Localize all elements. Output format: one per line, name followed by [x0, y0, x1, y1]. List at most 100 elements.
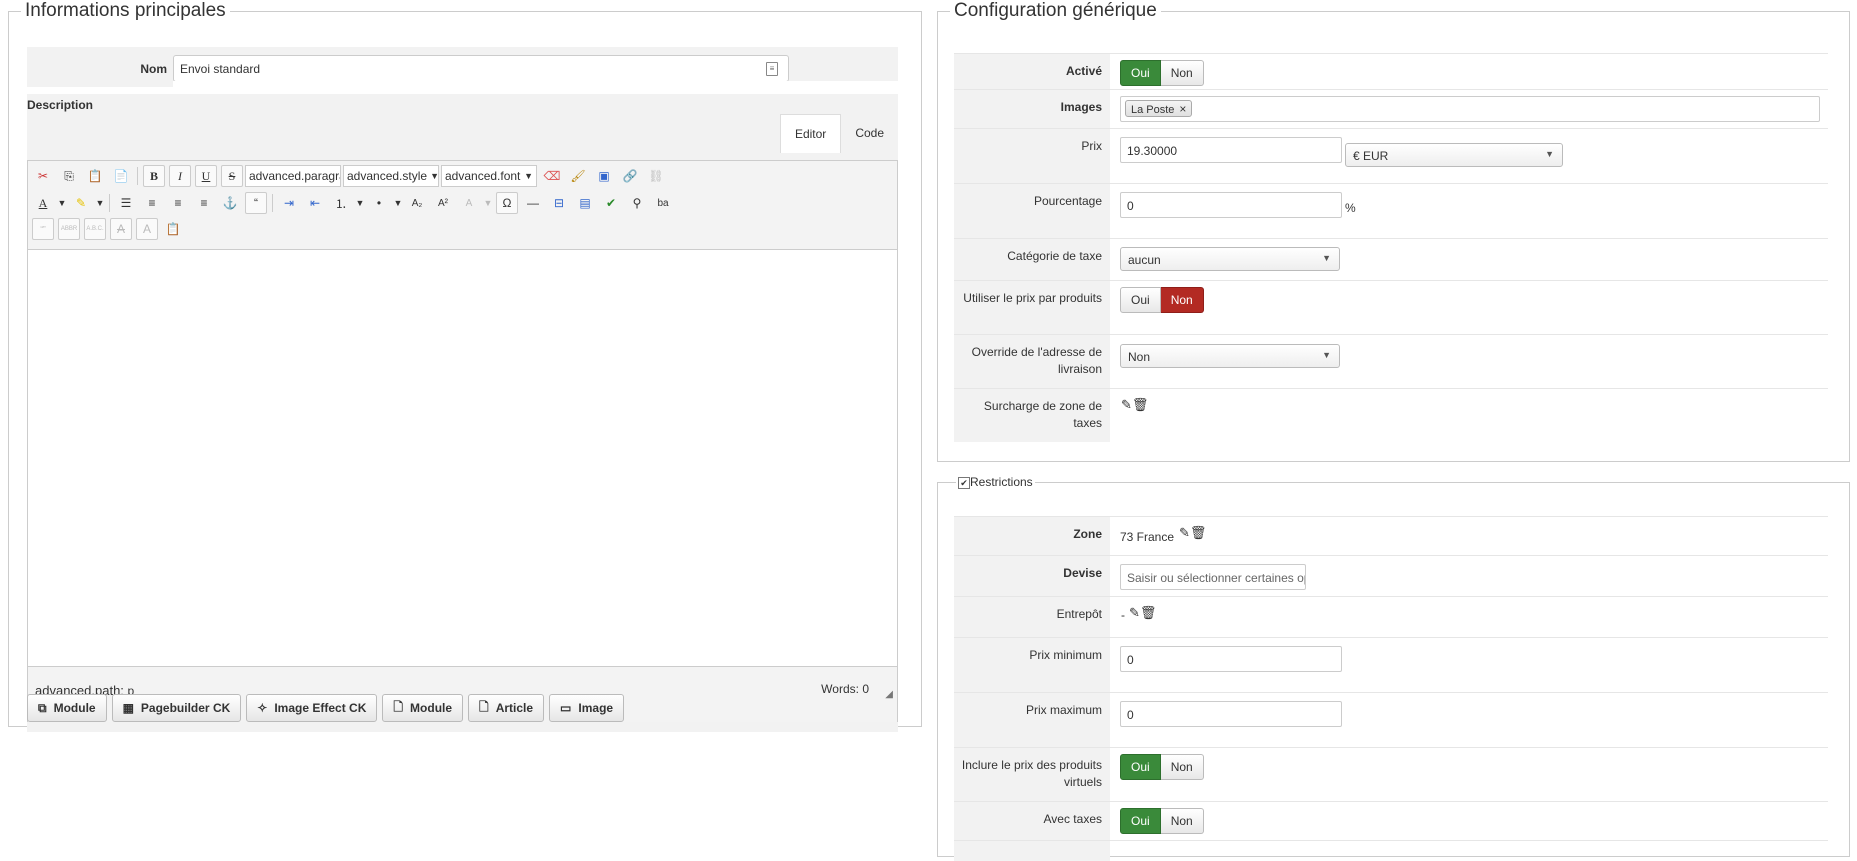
- paste-word-icon[interactable]: 📋: [160, 217, 186, 241]
- outdent-icon[interactable]: ⇤: [302, 191, 328, 215]
- images-tag-input[interactable]: La Poste ×: [1120, 96, 1820, 122]
- bold-icon[interactable]: B: [143, 165, 165, 187]
- article-button[interactable]: 🗋 Article: [468, 694, 545, 722]
- active-yes-button[interactable]: Oui: [1120, 60, 1161, 86]
- spellcheck-icon[interactable]: ✔: [598, 191, 624, 215]
- editor-content-area[interactable]: [28, 250, 897, 665]
- chevron-down-icon[interactable]: ▼: [94, 198, 106, 208]
- font-select[interactable]: advanced.font ▼: [441, 165, 537, 187]
- table-icon[interactable]: ⊟: [546, 191, 572, 215]
- blockquote-icon[interactable]: “: [245, 192, 267, 214]
- cite-icon[interactable]: “”: [32, 218, 54, 240]
- chevron-down-icon: ▼: [1322, 350, 1331, 360]
- paste-text-icon[interactable]: 📄: [108, 164, 134, 188]
- underline-icon[interactable]: U: [195, 165, 217, 187]
- horizontal-rule-icon[interactable]: —: [520, 191, 546, 215]
- module-button-2-label: Module: [410, 701, 453, 715]
- images-tag-label: La Poste: [1131, 104, 1175, 116]
- chevron-down-icon[interactable]: ▼: [482, 198, 494, 208]
- italic-icon[interactable]: I: [169, 165, 191, 187]
- align-justify-icon[interactable]: ☰: [113, 191, 139, 215]
- bullet-list-icon[interactable]: •: [366, 191, 392, 215]
- resize-grip-icon[interactable]: ◢: [885, 689, 893, 700]
- superscript-icon[interactable]: A²: [430, 191, 456, 215]
- chevron-down-icon[interactable]: ▼: [392, 198, 404, 208]
- module-button-2[interactable]: 🗋 Module: [382, 694, 464, 722]
- trash-icon[interactable]: 🗑: [1140, 605, 1157, 620]
- link-icon[interactable]: 🔗: [617, 164, 643, 188]
- remove-tag-icon[interactable]: ×: [1179, 102, 1186, 116]
- description-label: Description: [27, 98, 94, 112]
- unlink-icon[interactable]: ⛓: [643, 164, 669, 188]
- price-input[interactable]: 19.30000: [1120, 137, 1342, 163]
- tax-zone-override-label: Surcharge de zone de taxes: [954, 389, 1110, 442]
- max-price-row: Prix maximum 0: [954, 692, 1828, 747]
- abbreviation-icon[interactable]: ABBR: [58, 218, 80, 240]
- tax-category-select[interactable]: aucun ▼: [1120, 247, 1340, 271]
- template-icon[interactable]: ▤: [572, 191, 598, 215]
- with-taxes-yes-button[interactable]: Oui: [1120, 808, 1161, 834]
- tab-code[interactable]: Code: [841, 114, 898, 152]
- override-address-select[interactable]: Non ▼: [1120, 344, 1340, 368]
- zone-value: 73 France: [1120, 530, 1175, 544]
- eraser-icon[interactable]: ⌫: [539, 164, 565, 188]
- module-button[interactable]: ⧉ Module: [27, 694, 107, 722]
- cut-icon[interactable]: ✂: [30, 164, 56, 188]
- price-per-product-no-button[interactable]: Non: [1160, 287, 1204, 313]
- copy-icon[interactable]: ⎘: [56, 164, 82, 188]
- paste-icon[interactable]: 📋: [82, 164, 108, 188]
- currency-select[interactable]: € EUR ▼: [1345, 143, 1563, 167]
- style-select[interactable]: advanced.style ▼: [343, 165, 439, 187]
- translate-icon[interactable]: ≡: [766, 62, 778, 76]
- insert-text-icon[interactable]: A: [136, 218, 158, 240]
- font-size-icon[interactable]: A: [456, 191, 482, 215]
- tab-editor[interactable]: Editor: [779, 114, 842, 153]
- trash-icon[interactable]: 🗑: [1190, 525, 1207, 540]
- percentage-input[interactable]: 0: [1120, 192, 1342, 218]
- acronym-icon[interactable]: A.B.C.: [84, 218, 106, 240]
- edit-icon[interactable]: ✎: [1179, 525, 1190, 540]
- edit-icon[interactable]: ✎: [1129, 605, 1140, 620]
- pagebuilder-button[interactable]: ▦ Pagebuilder CK: [111, 694, 242, 722]
- align-right-icon[interactable]: ≡: [191, 191, 217, 215]
- with-taxes-no-button[interactable]: Non: [1160, 808, 1204, 834]
- indent-icon[interactable]: ⇥: [276, 191, 302, 215]
- replace-icon[interactable]: ba: [650, 191, 676, 215]
- edit-icon[interactable]: ✎: [1121, 397, 1132, 412]
- chevron-down-icon[interactable]: ▼: [56, 198, 68, 208]
- currency-multiselect[interactable]: Saisir ou sélectionner certaines options: [1120, 564, 1306, 590]
- price-per-product-yes-button[interactable]: Oui: [1120, 287, 1161, 313]
- max-price-input[interactable]: 0: [1120, 701, 1342, 727]
- align-center-icon[interactable]: ≡: [139, 191, 165, 215]
- image-insert-icon[interactable]: ▣: [591, 164, 617, 188]
- paragraph-format-select[interactable]: advanced.paragraph▼: [245, 165, 341, 187]
- restrictions-checkbox[interactable]: ✔: [958, 476, 970, 489]
- trash-icon[interactable]: 🗑: [1132, 397, 1149, 412]
- editor-tabs: Editor Code: [779, 114, 898, 154]
- virtual-products-no-button[interactable]: Non: [1160, 754, 1204, 780]
- find-icon[interactable]: ⚲: [624, 191, 650, 215]
- name-input[interactable]: Envoi standard ≡: [173, 55, 789, 82]
- anchor-icon[interactable]: ⚓: [217, 191, 243, 215]
- text-color-icon[interactable]: A: [30, 191, 56, 215]
- numbered-list-icon[interactable]: ⒈: [328, 191, 354, 215]
- virtual-products-yes-button[interactable]: Oui: [1120, 754, 1161, 780]
- highlight-icon[interactable]: ✎: [68, 191, 94, 215]
- special-char-icon[interactable]: Ω: [496, 192, 518, 214]
- zone-row: Zone 73 France ✎🗑: [954, 516, 1828, 555]
- subscript-icon[interactable]: A₂: [404, 191, 430, 215]
- with-taxes-toggle: Oui Non: [1120, 808, 1204, 834]
- active-no-button[interactable]: Non: [1160, 60, 1204, 86]
- min-price-input[interactable]: 0: [1120, 646, 1342, 672]
- chevron-down-icon[interactable]: ▼: [354, 198, 366, 208]
- clean-brush-icon[interactable]: 🖌: [565, 164, 591, 188]
- image-button-label: Image: [578, 701, 614, 715]
- image-button[interactable]: ▭ Image: [549, 694, 625, 722]
- align-left-icon[interactable]: ≡: [165, 191, 191, 215]
- with-taxes-row: Avec taxes Oui Non: [954, 801, 1828, 840]
- warehouse-actions: ✎🗑: [1129, 605, 1156, 621]
- strikethrough-icon[interactable]: S: [221, 165, 243, 187]
- image-effect-button[interactable]: ✧ Image Effect CK: [246, 694, 378, 722]
- active-row: Activé Oui Non: [954, 53, 1828, 89]
- delete-text-icon[interactable]: A: [110, 218, 132, 240]
